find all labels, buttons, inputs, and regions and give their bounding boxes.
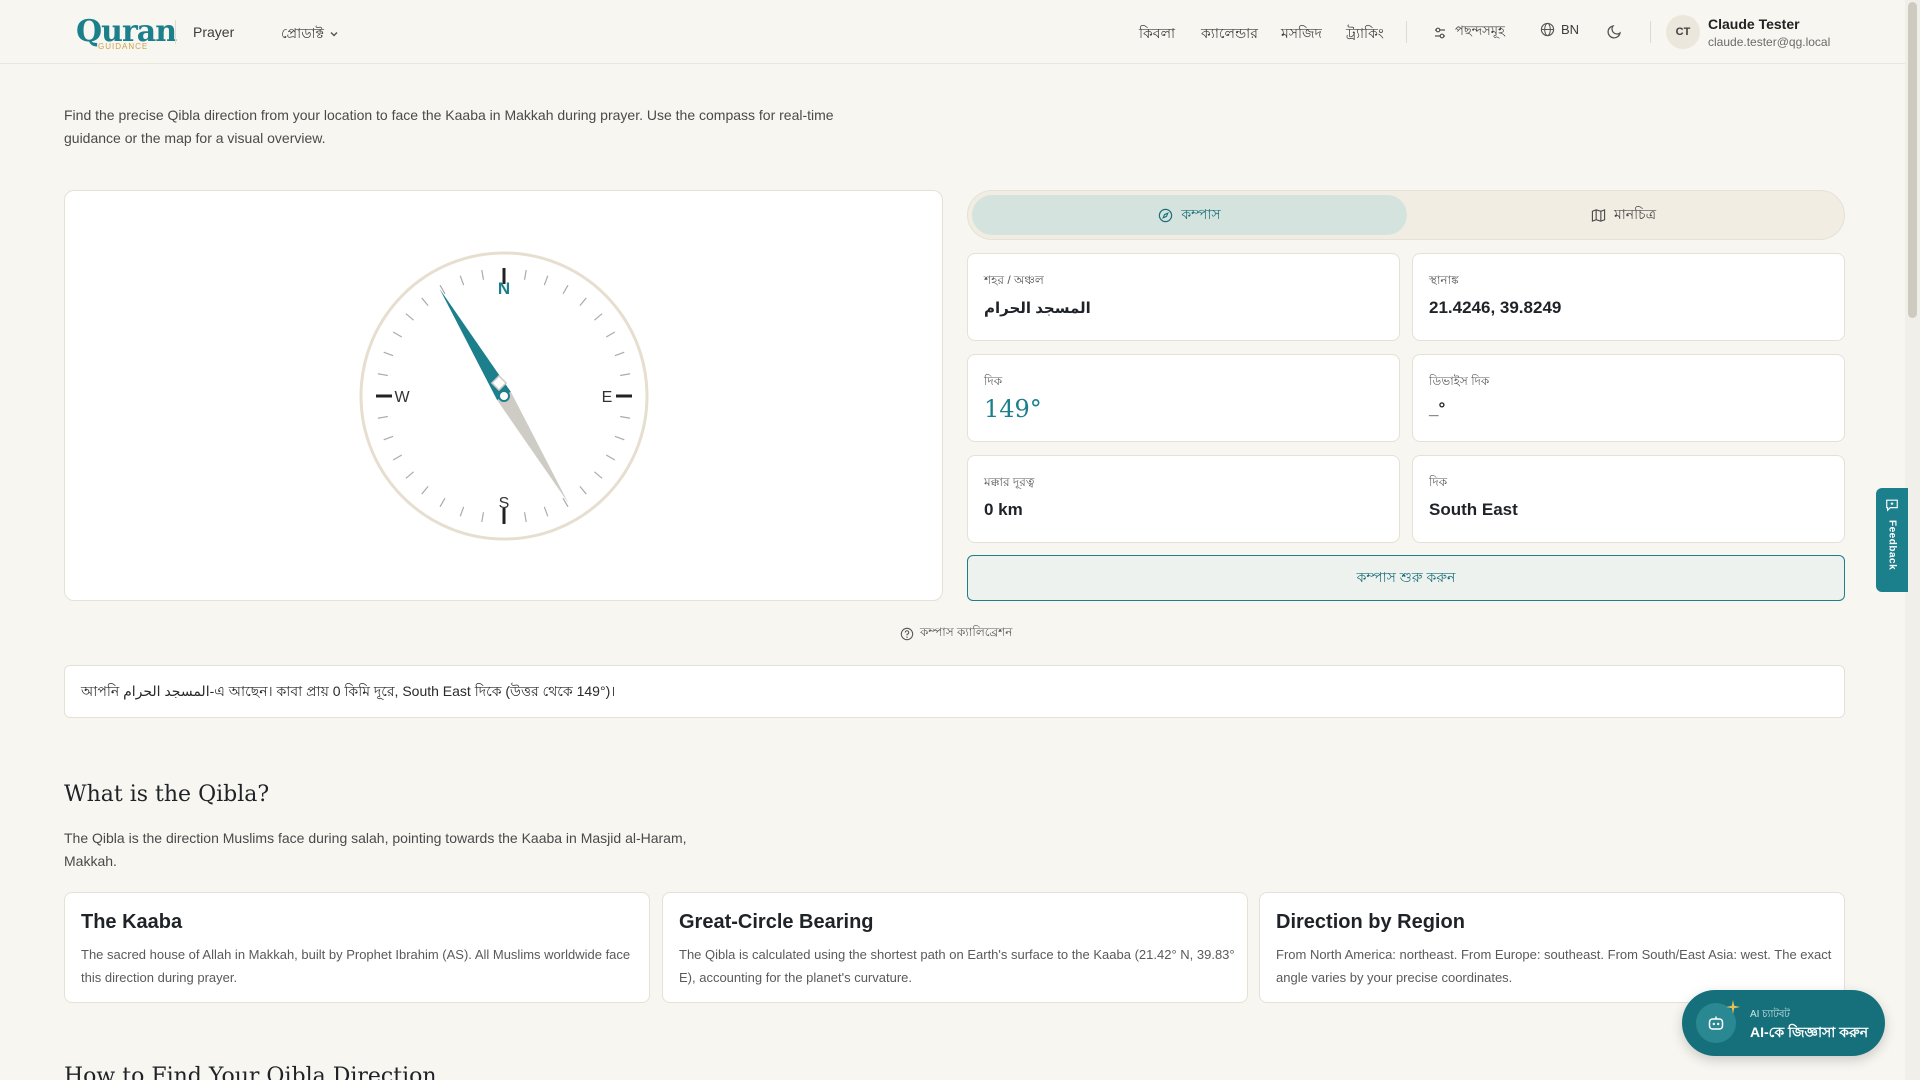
theme-toggle[interactable] xyxy=(1607,23,1623,44)
feature-text: From North America: northeast. From Euro… xyxy=(1276,947,1832,985)
map-icon xyxy=(1591,208,1606,222)
compass-label-north: N xyxy=(498,279,510,298)
feature-title: The Kaaba xyxy=(81,911,183,933)
cardinal-direction-value: South East xyxy=(1429,500,1518,519)
nav-products-label: প্রোডাক্ট xyxy=(281,25,325,41)
feature-text: The Qibla is calculated using the shorte… xyxy=(679,947,1235,985)
feedback-tab[interactable]: Feedback xyxy=(1876,488,1908,592)
coordinates-value: 21.4246, 39.8249 xyxy=(1429,298,1562,317)
feature-card-region: Direction by Region From North America: … xyxy=(1259,892,1845,1003)
cardinal-direction-label: দিক xyxy=(1429,475,1448,489)
help-circle-icon xyxy=(900,627,914,641)
language-switcher[interactable]: BN xyxy=(1540,22,1579,37)
tab-map[interactable]: মানচিত্র xyxy=(1406,195,1841,235)
coordinates-label: স্থানাঙ্ক xyxy=(1429,273,1459,287)
device-heading-value: _° xyxy=(1429,399,1446,418)
page-intro: Find the precise Qibla direction from yo… xyxy=(64,107,834,146)
city-value: المسجد الحرام xyxy=(984,300,1091,317)
message-icon xyxy=(1886,499,1898,512)
nav-prayer[interactable]: Prayer xyxy=(193,24,234,40)
calibration-link[interactable]: কম্পাস ক্যালিব্রেশন xyxy=(900,624,1012,644)
feature-text: The sacred house of Allah in Makkah, bui… xyxy=(81,947,631,985)
tab-map-label: মানচিত্র xyxy=(1613,206,1657,222)
nav-qibla[interactable]: কিবলা xyxy=(1139,22,1175,46)
compass-center-pin xyxy=(498,390,510,402)
distance-value: 0 km xyxy=(984,500,1023,519)
chevron-down-icon xyxy=(330,32,338,37)
device-heading-card: ডিভাইস দিক _° xyxy=(1412,354,1845,442)
feedback-label: Feedback xyxy=(1886,520,1898,571)
logo-subtext: GUIDANCE xyxy=(98,42,149,51)
sliders-icon xyxy=(1435,27,1445,38)
calibration-label: কম্পাস ক্যালিব্রেশন xyxy=(920,625,1013,639)
qibla-summary: আপনি المسجد الحرام-এ আছেন। কাবা প্রায় 0… xyxy=(64,665,1845,718)
feature-title: Great-Circle Bearing xyxy=(679,911,874,933)
feature-card-kaaba: The Kaaba The sacred house of Allah in M… xyxy=(64,892,650,1003)
compass-icon xyxy=(1159,208,1173,222)
section-description: The Qibla is the direction Muslims face … xyxy=(64,830,687,869)
language-label: BN xyxy=(1561,22,1580,37)
user-name[interactable]: Claude Tester xyxy=(1708,16,1800,32)
bearing-card: দিক 149° xyxy=(967,354,1400,442)
nav-mosque[interactable]: মসজিদ xyxy=(1281,22,1322,46)
bearing-value: 149° xyxy=(984,395,1042,423)
compass-dial: N E S W xyxy=(359,251,649,541)
scrollbar-thumb[interactable] xyxy=(1908,2,1917,318)
feature-title: Direction by Region xyxy=(1276,911,1465,933)
moon-icon xyxy=(1607,25,1621,39)
bearing-label: দিক xyxy=(984,374,1003,388)
sparkle-icon xyxy=(1726,1000,1740,1014)
compass-label-south: S xyxy=(499,495,510,512)
nav-separator xyxy=(1650,21,1651,43)
tab-compass[interactable]: কম্পাস xyxy=(972,195,1407,235)
device-heading-label: ডিভাইস দিক xyxy=(1429,374,1490,388)
qibla-summary-text: আপনি المسجد الحرام-এ আছেন। কাবা প্রায় 0… xyxy=(81,682,616,699)
compass-label-west: W xyxy=(394,389,410,406)
avatar[interactable]: CT xyxy=(1666,15,1700,49)
top-header: Quran GUIDANCE Prayer প্রোডাক্ট কিবলা ক্… xyxy=(0,0,1905,64)
section-title-what-is-qibla: What is the Qibla? xyxy=(64,782,270,807)
cardinal-direction-card: দিক South East xyxy=(1412,455,1845,543)
nav-tracking[interactable]: ট্র্যাকিং xyxy=(1346,22,1384,46)
ai-chatbot-button[interactable]: AI চ্যাটবট AI-কে জিজ্ঞাসা করুন xyxy=(1682,990,1885,1056)
coordinates-card: স্থানাঙ্ক 21.4246, 39.8249 xyxy=(1412,253,1845,341)
feature-card-bearing: Great-Circle Bearing The Qibla is calcul… xyxy=(662,892,1248,1003)
compass-panel: N E S W xyxy=(64,190,943,601)
start-compass-button[interactable]: কম্পাস শুরু করুন xyxy=(967,555,1845,601)
logo[interactable]: Quran GUIDANCE xyxy=(64,12,177,51)
city-card: শহর / অঞ্চল المسجد الحرام xyxy=(967,253,1400,341)
header-divider xyxy=(175,20,176,44)
distance-card: মক্কার দূরত্ব 0 km xyxy=(967,455,1400,543)
preferences-button[interactable]: পছন্দসমূহ xyxy=(1433,22,1505,43)
globe-icon xyxy=(1540,22,1555,37)
view-tabs: কম্পাস মানচিত্র xyxy=(967,190,1845,240)
tab-compass-label: কম্পাস xyxy=(1181,206,1221,222)
nav-products-dropdown[interactable]: প্রোডাক্ট xyxy=(281,22,340,46)
distance-label: মক্কার দূরত্ব xyxy=(984,475,1035,489)
ai-chatbot-label: AI-কে জিজ্ঞাসা করুন xyxy=(1750,1024,1869,1040)
nav-separator xyxy=(1406,21,1407,43)
section-title-how-to-find: How to Find Your Qibla Direction xyxy=(64,1064,437,1080)
nav-calendar[interactable]: ক্যালেন্ডার xyxy=(1201,22,1258,46)
robot-icon xyxy=(1708,1016,1724,1030)
user-email: claude.tester@qg.local xyxy=(1708,35,1831,49)
preferences-label: পছন্দসমূহ xyxy=(1455,23,1505,38)
compass-label-east: E xyxy=(602,389,613,406)
city-label: শহর / অঞ্চল xyxy=(984,273,1044,287)
